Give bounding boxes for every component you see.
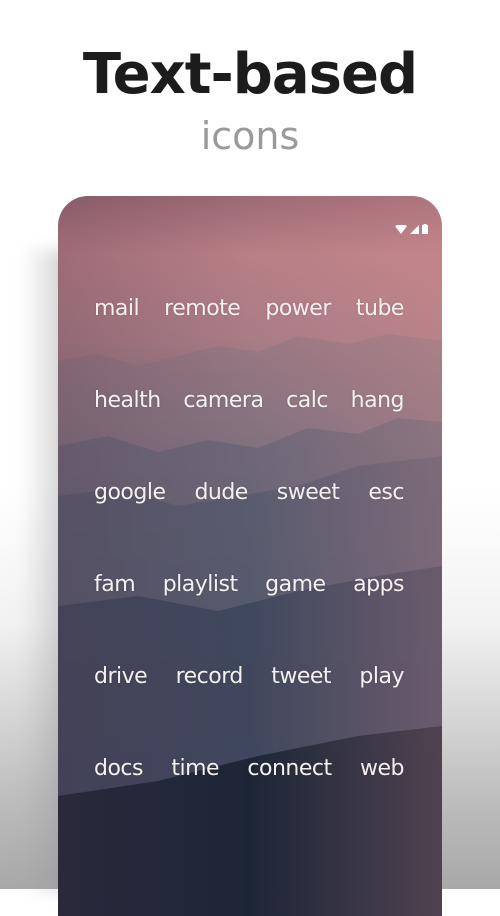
battery-icon (422, 224, 428, 234)
app-row: mail remote power tube (58, 296, 442, 388)
app-tweet[interactable]: tweet (271, 664, 331, 689)
app-mail[interactable]: mail (94, 296, 140, 321)
app-row: drive record tweet play (58, 664, 442, 756)
cellular-signal-icon (410, 224, 419, 234)
app-play[interactable]: play (359, 664, 404, 689)
app-game[interactable]: game (265, 572, 326, 597)
app-record[interactable]: record (176, 664, 244, 689)
app-fam[interactable]: fam (94, 572, 136, 597)
app-tube[interactable]: tube (356, 296, 405, 321)
app-connect[interactable]: connect (247, 756, 332, 781)
app-apps[interactable]: apps (353, 572, 404, 597)
app-drive[interactable]: drive (94, 664, 148, 689)
promo-headline: Text-based (82, 42, 418, 107)
app-sweet[interactable]: sweet (277, 480, 340, 505)
app-esc[interactable]: esc (368, 480, 404, 505)
app-camera[interactable]: camera (183, 388, 264, 413)
app-remote[interactable]: remote (164, 296, 241, 321)
app-time[interactable]: time (171, 756, 219, 781)
app-calc[interactable]: calc (286, 388, 328, 413)
app-docs[interactable]: docs (94, 756, 143, 781)
app-web[interactable]: web (360, 756, 405, 781)
app-grid: mail remote power tube health camera cal… (58, 296, 442, 848)
app-dude[interactable]: dude (194, 480, 248, 505)
app-power[interactable]: power (265, 296, 331, 321)
promo-subheadline: icons (200, 114, 300, 158)
app-google[interactable]: google (94, 480, 166, 505)
status-bar (395, 224, 428, 234)
app-hang[interactable]: hang (351, 388, 405, 413)
app-row: docs time connect web (58, 756, 442, 848)
wifi-icon (395, 224, 407, 234)
app-row: google dude sweet esc (58, 480, 442, 572)
app-playlist[interactable]: playlist (163, 572, 238, 597)
phone-screen: mail remote power tube health camera cal… (58, 196, 442, 916)
app-row: fam playlist game apps (58, 572, 442, 664)
app-health[interactable]: health (94, 388, 161, 413)
app-row: health camera calc hang (58, 388, 442, 480)
